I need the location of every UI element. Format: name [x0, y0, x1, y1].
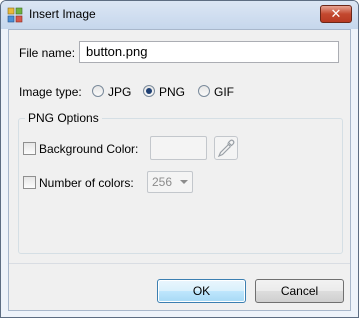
dialog-body: File name: button.png Image type: JPG PN…: [8, 29, 351, 311]
eyedropper-icon: [217, 139, 235, 158]
number-of-colors-label[interactable]: Number of colors:: [39, 176, 134, 190]
app-icon: [7, 7, 23, 23]
radio-png-label[interactable]: PNG: [159, 85, 185, 99]
ok-button[interactable]: OK: [157, 279, 246, 303]
radio-png[interactable]: [143, 85, 155, 97]
chevron-down-icon: [180, 180, 188, 184]
insert-image-dialog: Insert Image ✕ File name: button.png Ima…: [0, 0, 359, 318]
radio-jpg[interactable]: [92, 85, 104, 97]
window-title: Insert Image: [29, 7, 96, 21]
file-name-input[interactable]: button.png: [79, 41, 339, 63]
number-of-colors-checkbox[interactable]: [23, 176, 36, 189]
radio-gif-label[interactable]: GIF: [214, 85, 234, 99]
title-bar[interactable]: Insert Image ✕: [1, 1, 358, 29]
file-name-label: File name:: [19, 46, 76, 60]
png-options-title: PNG Options: [25, 111, 102, 125]
background-color-label[interactable]: Background Color:: [39, 142, 138, 156]
image-type-label: Image type:: [19, 85, 82, 99]
number-of-colors-value: 256: [152, 175, 173, 189]
number-of-colors-select[interactable]: 256: [147, 171, 193, 193]
divider: [9, 263, 350, 264]
background-color-swatch[interactable]: [150, 136, 207, 160]
close-icon: ✕: [330, 6, 342, 21]
radio-jpg-label[interactable]: JPG: [108, 85, 131, 99]
radio-gif[interactable]: [198, 85, 210, 97]
png-options-group: PNG Options Background Color: Number of …: [18, 111, 343, 254]
close-button[interactable]: ✕: [320, 5, 352, 23]
cancel-button[interactable]: Cancel: [255, 279, 344, 303]
background-color-checkbox[interactable]: [23, 142, 36, 155]
color-picker-button[interactable]: [214, 136, 238, 160]
